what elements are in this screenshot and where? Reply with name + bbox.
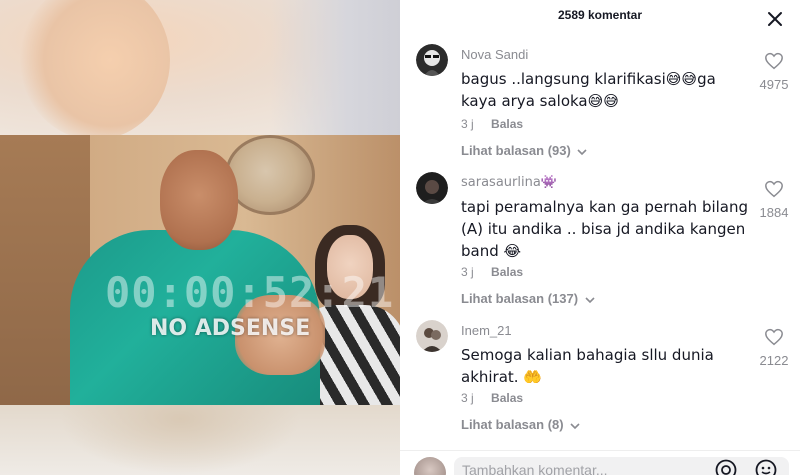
avatar[interactable] xyxy=(416,172,448,204)
at-icon[interactable] xyxy=(714,458,738,475)
video-player[interactable]: 00:00:52:21 NO ADSENSE xyxy=(0,0,400,475)
see-replies-link[interactable]: Lihat balasan (93) xyxy=(461,143,588,158)
like-count: 4975 xyxy=(759,77,789,92)
man-head xyxy=(160,150,238,250)
comment-input-placeholder: Tambahkan komentar... xyxy=(462,462,608,475)
comment-composer: Tambahkan komentar... xyxy=(400,450,800,475)
video-blurred-background-bottom xyxy=(0,405,400,475)
chevron-down-icon xyxy=(585,296,595,303)
blurred-patch xyxy=(60,405,300,475)
comments-panel: 2589 komentar Nova Sandi bagus ..langsun… xyxy=(400,0,800,475)
like-button[interactable]: 2122 xyxy=(754,328,794,368)
see-replies-label: Lihat balasan (93) xyxy=(461,143,571,158)
comment-input[interactable]: Tambahkan komentar... xyxy=(454,457,789,475)
comments-count-title: 2589 komentar xyxy=(557,8,643,22)
blurred-sleeve xyxy=(270,0,400,135)
chevron-down-icon xyxy=(577,148,588,155)
avatar[interactable] xyxy=(416,44,448,76)
close-icon[interactable] xyxy=(764,8,786,30)
see-replies-link[interactable]: Lihat balasan (137) xyxy=(461,291,596,306)
video-timecode: 00:00:52:21 xyxy=(105,268,395,317)
current-user-avatar xyxy=(414,457,446,475)
see-replies-label: Lihat balasan (137) xyxy=(461,291,579,306)
comment-meta: 3 j Balas xyxy=(461,117,523,131)
comment-username[interactable]: Inem_21 xyxy=(461,323,512,338)
like-button[interactable]: 4975 xyxy=(754,52,794,92)
emoji-icon[interactable] xyxy=(754,458,778,475)
heart-icon xyxy=(765,328,783,346)
like-button[interactable]: 1884 xyxy=(754,180,794,220)
blurred-face xyxy=(20,0,170,140)
reply-button[interactable]: Balas xyxy=(491,117,523,131)
comment-meta: 3 j Balas xyxy=(461,391,523,405)
comment-meta: 3 j Balas xyxy=(461,265,523,279)
comment-time: 3 j xyxy=(461,391,474,405)
comment-time: 3 j xyxy=(461,117,474,131)
comment-time: 3 j xyxy=(461,265,474,279)
comment-item: Inem_21 Semoga kalian bahagia sllu dunia… xyxy=(400,320,800,435)
reply-button[interactable]: Balas xyxy=(491,391,523,405)
avatar[interactable] xyxy=(416,320,448,352)
video-blurred-background-top xyxy=(0,0,400,140)
video-watermark: NO ADSENSE xyxy=(150,316,311,341)
wall-lamp xyxy=(225,135,315,215)
comment-item: sarasaurlina👾 tapi peramalnya kan ga per… xyxy=(400,172,800,307)
comment-item: Nova Sandi bagus ..langsung klarifikasi😅… xyxy=(400,44,800,164)
heart-icon xyxy=(765,52,783,70)
comment-username[interactable]: Nova Sandi xyxy=(461,47,528,62)
heart-icon xyxy=(765,180,783,198)
comment-text: Semoga kalian bahagia sllu dunia akhirat… xyxy=(461,346,714,386)
see-replies-link[interactable]: Lihat balasan (8) xyxy=(461,417,581,432)
like-count: 1884 xyxy=(759,205,789,220)
see-replies-label: Lihat balasan (8) xyxy=(461,417,564,432)
reply-button[interactable]: Balas xyxy=(491,265,523,279)
like-count: 2122 xyxy=(759,353,789,368)
comment-text: tapi peramalnya kan ga pernah bilang (A)… xyxy=(461,198,749,260)
comment-username[interactable]: sarasaurlina👾 xyxy=(461,175,557,190)
chevron-down-icon xyxy=(570,422,580,429)
comment-text: bagus ..langsung klarifikasi😅😅ga kaya ar… xyxy=(461,70,716,110)
